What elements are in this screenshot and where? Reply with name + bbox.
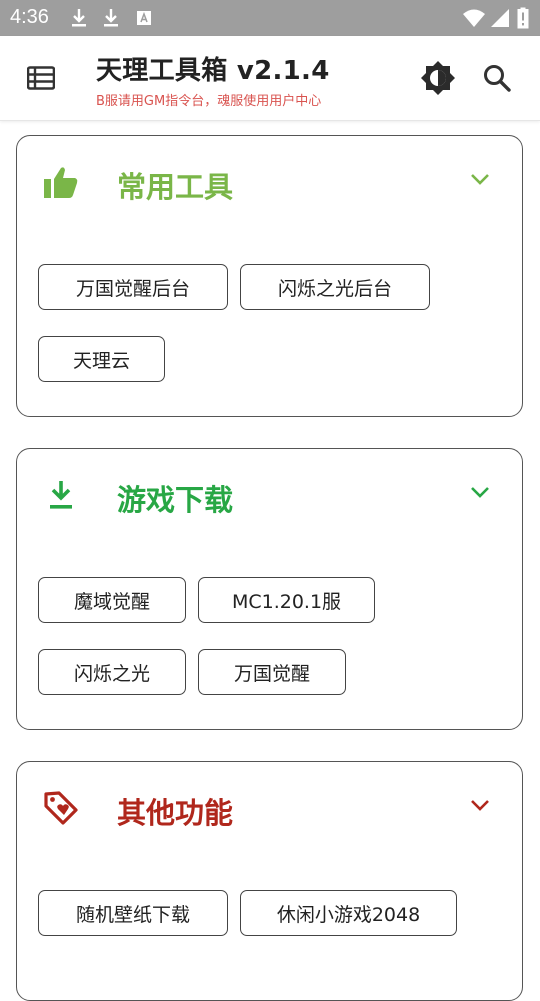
- button-game-2048[interactable]: 休闲小游戏2048: [240, 890, 457, 936]
- button-tianli-cloud[interactable]: 天理云: [38, 336, 165, 382]
- download-icon: [50, 481, 72, 509]
- button-wanguo-admin[interactable]: 万国觉醒后台: [38, 264, 228, 310]
- chevron-down-icon: [471, 174, 489, 185]
- search-icon[interactable]: [482, 63, 512, 93]
- section-title: 其他功能: [117, 796, 234, 830]
- wifi-icon: [463, 9, 485, 27]
- battery-icon: [517, 7, 529, 29]
- app-subtitle: B服请用GM指令台，魂服使用用户中心: [96, 94, 322, 109]
- button-moyu-juexing[interactable]: 魔域觉醒: [38, 577, 186, 623]
- section-header-common-tools[interactable]: 常用工具: [17, 136, 522, 226]
- download-notification-icon: [72, 9, 86, 27]
- status-time: 4:36: [10, 6, 49, 28]
- section-common-tools: 常用工具 万国觉醒后台 闪烁之光后台 天理云: [16, 135, 523, 417]
- section-other-functions: 其他功能 随机壁纸下载 休闲小游戏2048: [16, 761, 523, 1001]
- chevron-down-icon: [471, 487, 489, 498]
- theme-toggle-icon[interactable]: [420, 60, 456, 96]
- button-mc-server[interactable]: MC1.20.1服: [198, 577, 375, 623]
- button-shanshuo-admin[interactable]: 闪烁之光后台: [240, 264, 430, 310]
- button-random-wallpaper[interactable]: 随机壁纸下载: [38, 890, 228, 936]
- chevron-down-icon: [471, 800, 489, 811]
- button-shanshuo[interactable]: 闪烁之光: [38, 649, 186, 695]
- section-header-other-functions[interactable]: 其他功能: [17, 762, 522, 852]
- download-notification-icon: [104, 9, 118, 27]
- section-title: 常用工具: [117, 170, 234, 204]
- thumbs-up-icon: [44, 167, 78, 198]
- status-bar: 4:36: [0, 0, 540, 36]
- section-title: 游戏下载: [117, 483, 234, 517]
- tag-heart-icon: [44, 791, 78, 825]
- menu-icon[interactable]: [27, 66, 55, 90]
- app-bar: 天理工具箱 v2.1.4 B服请用GM指令台，魂服使用用户中心: [0, 36, 540, 121]
- signal-icon: [491, 9, 509, 27]
- section-game-download: 游戏下载 魔域觉醒 MC1.20.1服 闪烁之光 万国觉醒: [16, 448, 523, 730]
- keyboard-notification-icon: [137, 11, 151, 25]
- app-title: 天理工具箱 v2.1.4: [96, 56, 330, 86]
- section-header-game-download[interactable]: 游戏下载: [17, 449, 522, 539]
- button-wanguo[interactable]: 万国觉醒: [198, 649, 346, 695]
